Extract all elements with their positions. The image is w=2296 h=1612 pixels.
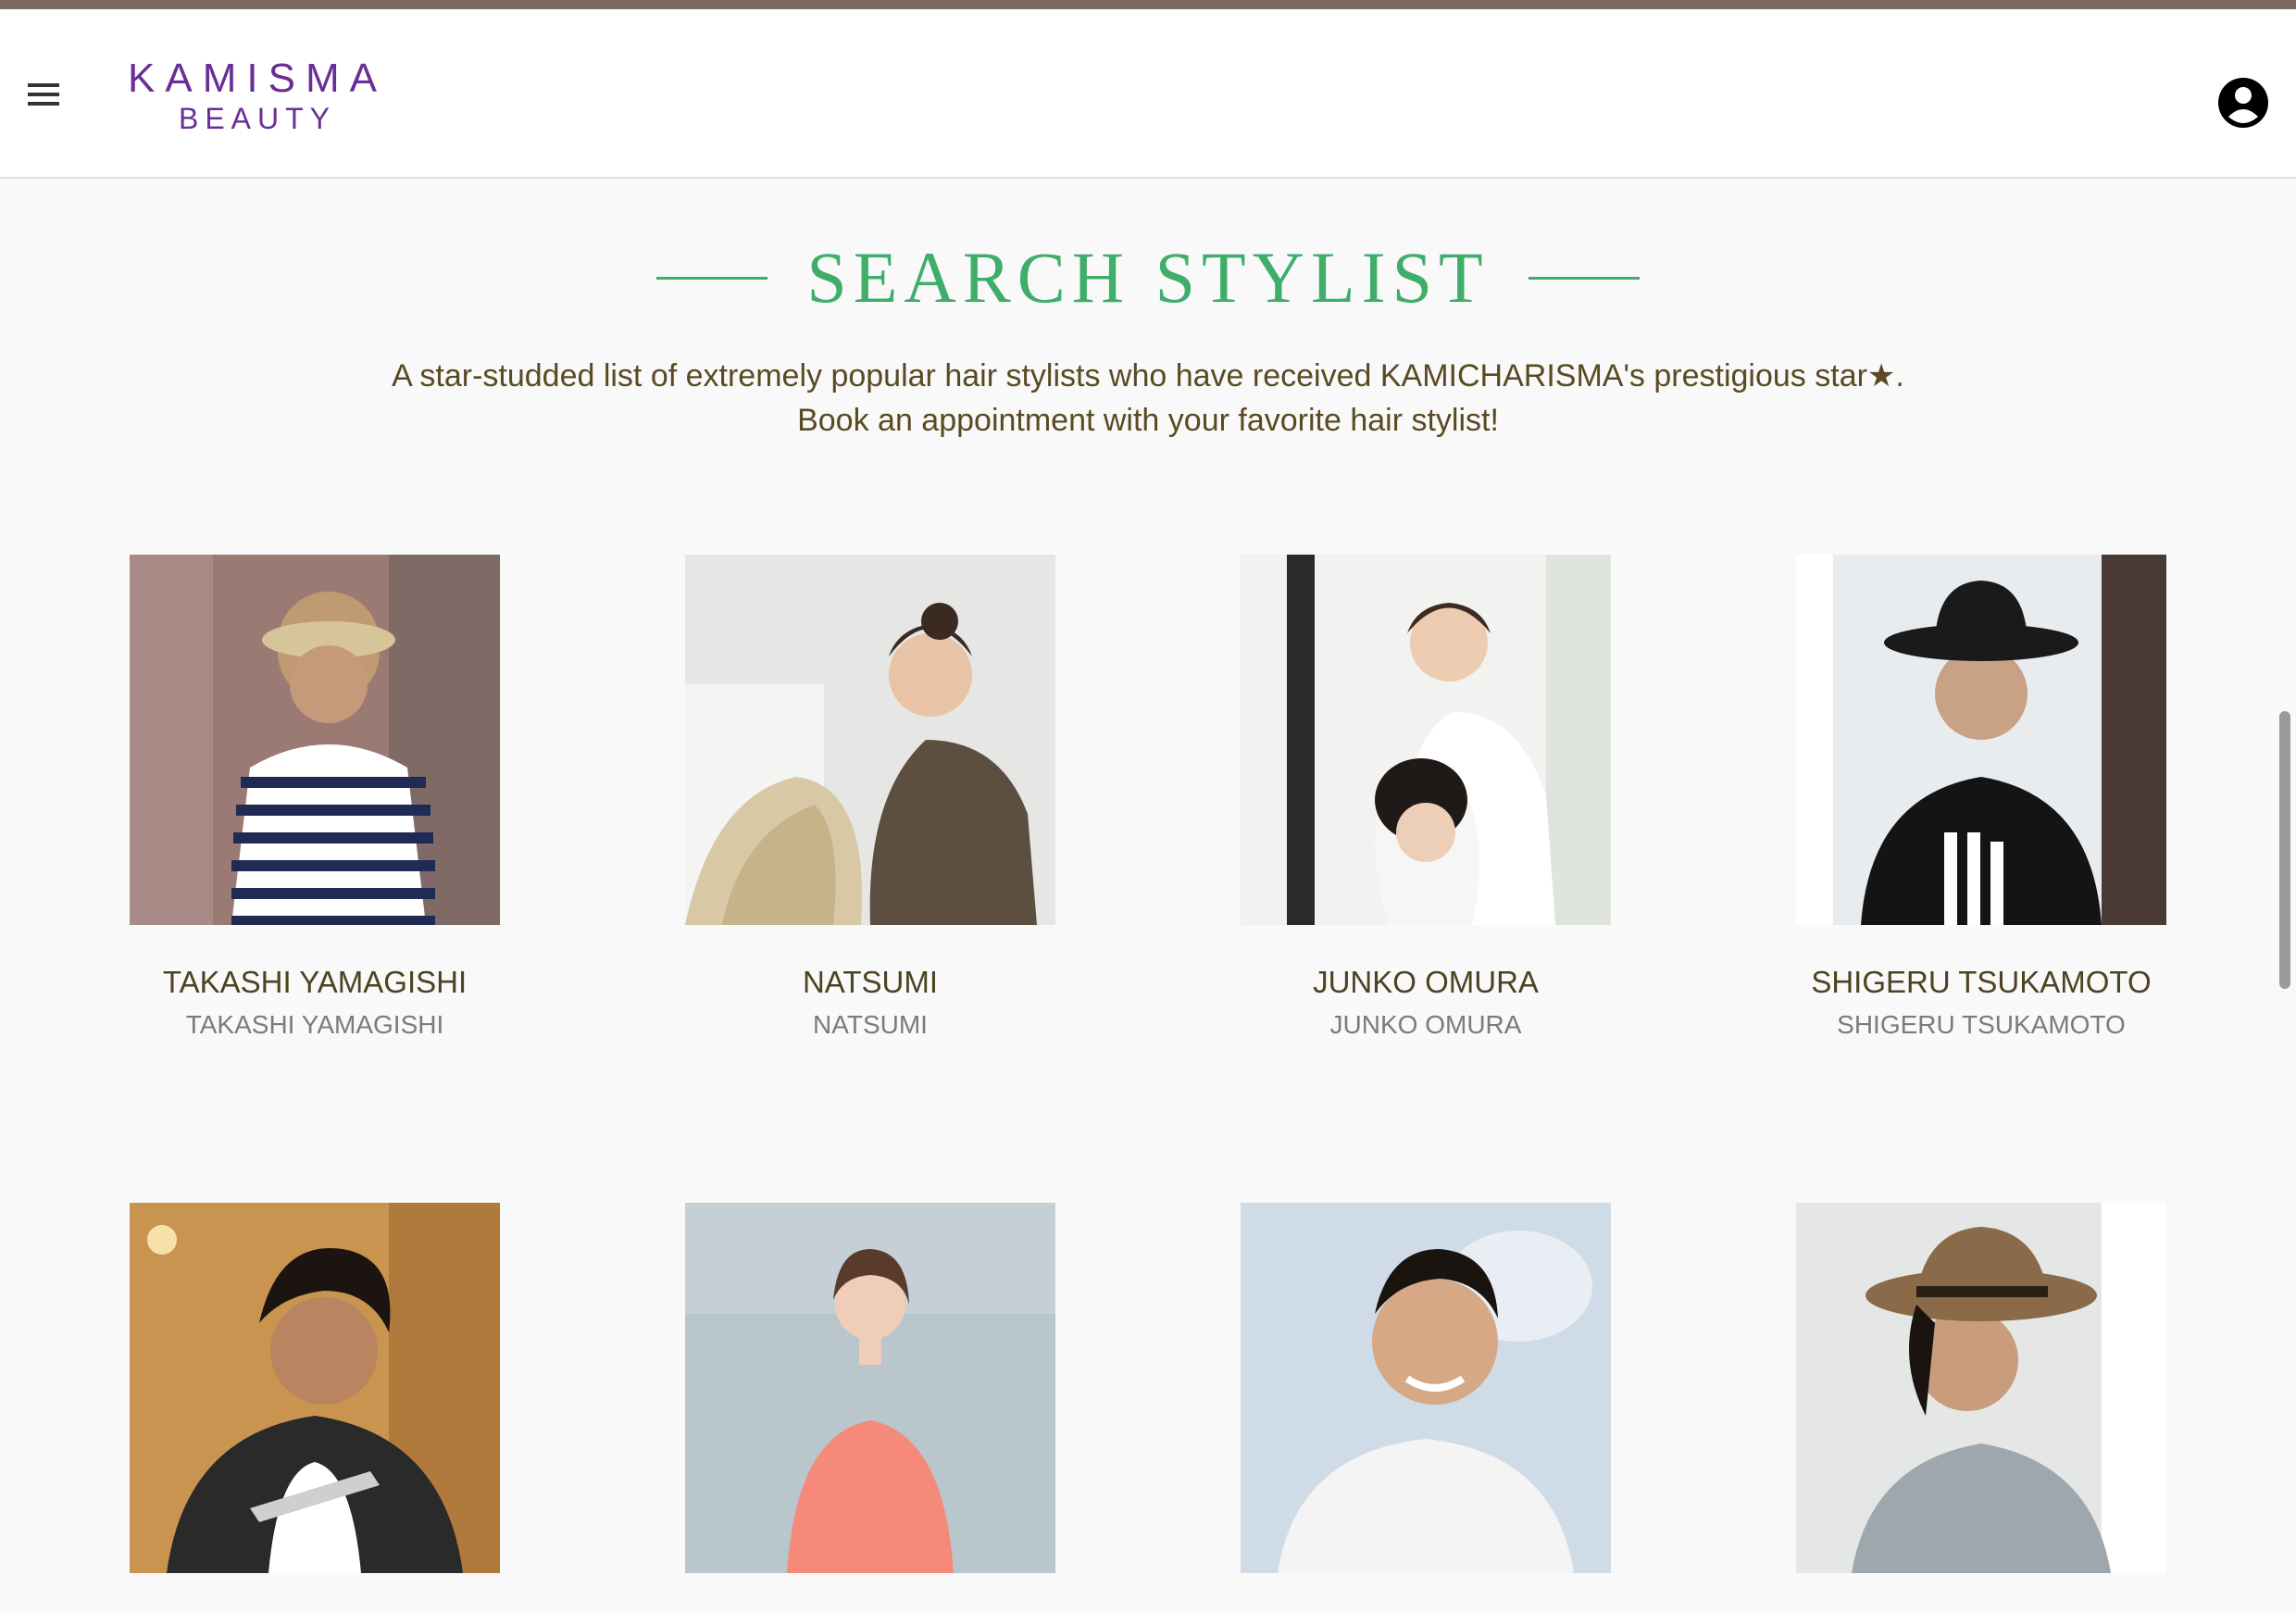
stylist-photo [1241,555,1611,925]
section-title: SEARCH STYLIST [0,233,2296,322]
stylist-card[interactable] [685,1203,1055,1612]
stylist-card[interactable] [1241,1203,1611,1612]
stylist-subname: TAKASHI YAMAGISHI [185,1010,444,1039]
section-description: A star-studded list of extremely popular… [222,354,2074,443]
description-line-1: A star-studded list of extremely popular… [392,358,1904,394]
logo-line-2: BEAUTY [178,102,337,135]
stylist-subname: JUNKO OMURA [1329,1010,1522,1039]
stylist-photo [1796,1203,2166,1573]
stylist-name: TAKASHI YAMAGISHI [162,965,468,999]
account-circle-icon[interactable] [2216,76,2270,130]
stylist-card[interactable] [1796,1203,2166,1612]
stylist-name: SHIGERU TSUKAMOTO [1811,965,2152,999]
site-logo[interactable]: KAMISMA BEAUTY [119,57,396,141]
stylist-grid: TAKASHI YAMAGISHI TAKASHI YAMAGISHI NATS… [0,555,2296,1573]
stylist-card[interactable]: NATSUMI NATSUMI [685,555,1055,1042]
stylist-card[interactable]: TAKASHI YAMAGISHI TAKASHI YAMAGISHI [130,555,500,1042]
hamburger-menu-icon[interactable] [26,80,63,109]
stylist-photo [1796,555,2166,925]
stylist-photo [130,1203,500,1573]
stylist-subname: NATSUMI [813,1010,928,1039]
stylist-card[interactable] [130,1203,500,1612]
page-scrollbar[interactable] [2279,711,2290,989]
stylist-photo [685,1203,1055,1573]
stylist-name: NATSUMI [802,965,939,999]
title-left-rule [655,276,767,280]
stylist-photo [130,555,500,925]
stylist-photo [1241,1203,1611,1573]
description-line-2: Book an appointment with your favorite h… [797,403,1499,438]
top-accent-bar [0,0,2296,9]
stylist-subname: SHIGERU TSUKAMOTO [1837,1010,2126,1039]
title-right-rule [1529,276,1641,280]
stylist-card[interactable]: SHIGERU TSUKAMOTO SHIGERU TSUKAMOTO [1796,555,2166,1042]
stylist-photo [685,555,1055,925]
page-title: SEARCH STYLIST [806,237,1490,318]
stylist-name: JUNKO OMURA [1313,965,1539,999]
logo-line-1: KAMISMA [128,56,387,101]
stylist-card[interactable]: JUNKO OMURA JUNKO OMURA [1241,555,1611,1042]
site-header: KAMISMA BEAUTY [0,9,2296,179]
